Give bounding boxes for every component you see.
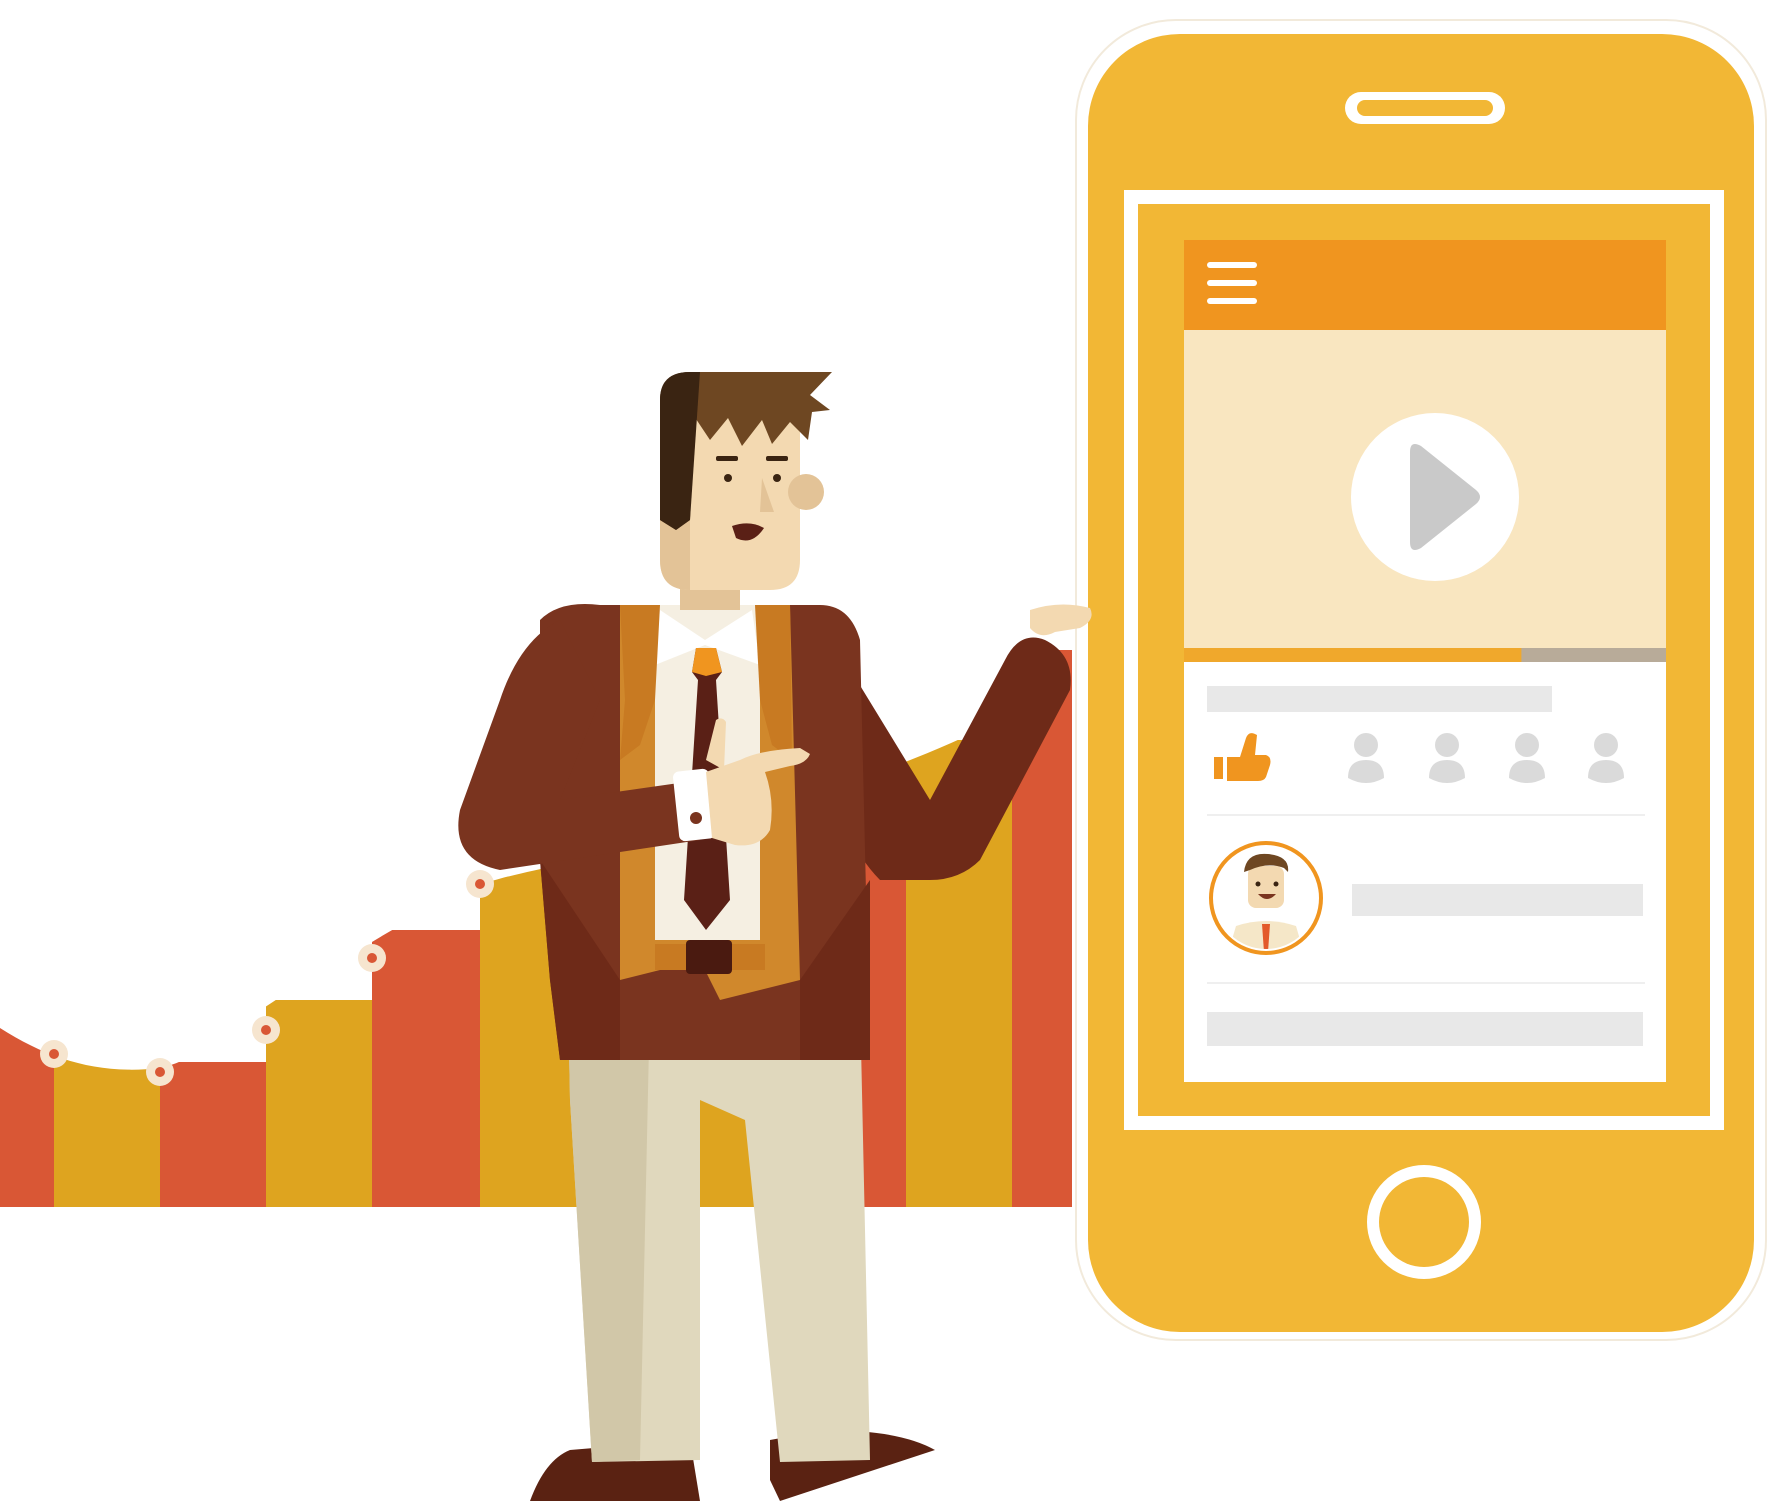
video-progress-bar[interactable] xyxy=(1184,648,1666,662)
growth-bar xyxy=(266,1000,372,1207)
comment-placeholder xyxy=(1352,884,1643,916)
illustration-canvas xyxy=(0,0,1767,1501)
divider xyxy=(1207,982,1645,984)
left-eye xyxy=(724,474,732,482)
growth-bar xyxy=(372,930,480,1207)
growth-chart xyxy=(0,0,1090,1207)
right-eyebrow xyxy=(766,456,788,461)
app-header xyxy=(1184,240,1666,330)
play-button[interactable] xyxy=(1351,413,1519,581)
right-ear xyxy=(788,474,824,510)
right-eye xyxy=(773,474,781,482)
belt-buckle xyxy=(686,940,732,974)
footer-placeholder xyxy=(1207,1012,1643,1046)
video-progress-played xyxy=(1184,648,1522,662)
home-button-icon[interactable] xyxy=(1367,1165,1481,1279)
growth-bar xyxy=(54,1052,160,1207)
cufflink xyxy=(690,812,702,824)
growth-bar xyxy=(160,1062,266,1207)
divider xyxy=(1207,814,1645,816)
left-eyebrow xyxy=(716,456,738,461)
smartphone xyxy=(1075,19,1767,1341)
title-placeholder xyxy=(1207,686,1552,712)
